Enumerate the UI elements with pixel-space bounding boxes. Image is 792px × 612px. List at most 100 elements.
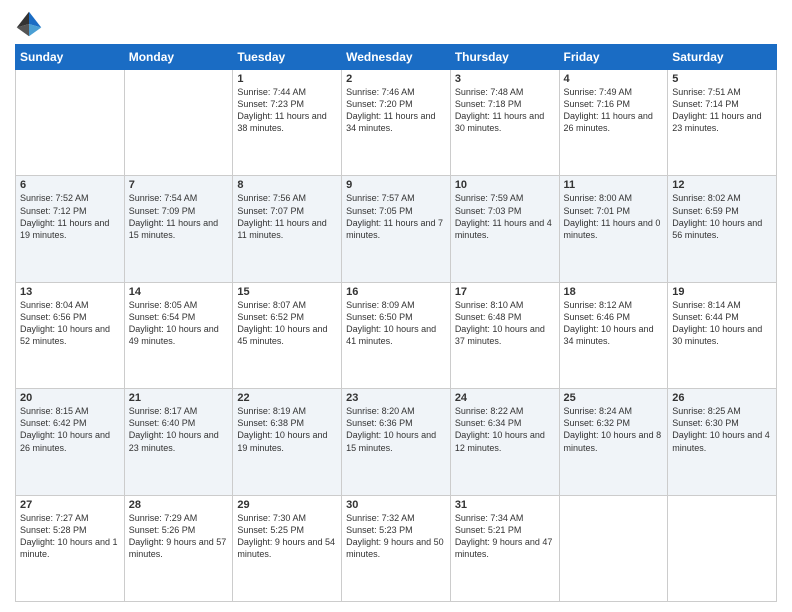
day-cell: 4Sunrise: 7:49 AM Sunset: 7:16 PM Daylig… [559, 70, 668, 176]
day-cell [16, 70, 125, 176]
day-info: Sunrise: 8:04 AM Sunset: 6:56 PM Dayligh… [20, 299, 120, 348]
col-header-saturday: Saturday [668, 45, 777, 70]
day-cell: 13Sunrise: 8:04 AM Sunset: 6:56 PM Dayli… [16, 282, 125, 388]
day-info: Sunrise: 7:51 AM Sunset: 7:14 PM Dayligh… [672, 86, 772, 135]
day-info: Sunrise: 8:25 AM Sunset: 6:30 PM Dayligh… [672, 405, 772, 454]
day-cell [559, 495, 668, 601]
day-number: 2 [346, 73, 446, 85]
day-number: 23 [346, 392, 446, 404]
day-info: Sunrise: 7:52 AM Sunset: 7:12 PM Dayligh… [20, 192, 120, 241]
day-info: Sunrise: 7:32 AM Sunset: 5:23 PM Dayligh… [346, 512, 446, 561]
day-cell: 11Sunrise: 8:00 AM Sunset: 7:01 PM Dayli… [559, 176, 668, 282]
day-info: Sunrise: 8:20 AM Sunset: 6:36 PM Dayligh… [346, 405, 446, 454]
day-info: Sunrise: 7:46 AM Sunset: 7:20 PM Dayligh… [346, 86, 446, 135]
day-info: Sunrise: 8:02 AM Sunset: 6:59 PM Dayligh… [672, 192, 772, 241]
day-info: Sunrise: 8:07 AM Sunset: 6:52 PM Dayligh… [237, 299, 337, 348]
day-cell: 28Sunrise: 7:29 AM Sunset: 5:26 PM Dayli… [124, 495, 233, 601]
day-cell: 3Sunrise: 7:48 AM Sunset: 7:18 PM Daylig… [450, 70, 559, 176]
day-number: 28 [129, 499, 229, 511]
day-number: 19 [672, 286, 772, 298]
page: SundayMondayTuesdayWednesdayThursdayFrid… [0, 0, 792, 612]
day-number: 29 [237, 499, 337, 511]
day-number: 26 [672, 392, 772, 404]
calendar-table: SundayMondayTuesdayWednesdayThursdayFrid… [15, 44, 777, 602]
col-header-thursday: Thursday [450, 45, 559, 70]
day-number: 8 [237, 179, 337, 191]
day-info: Sunrise: 7:57 AM Sunset: 7:05 PM Dayligh… [346, 192, 446, 241]
day-info: Sunrise: 8:05 AM Sunset: 6:54 PM Dayligh… [129, 299, 229, 348]
day-info: Sunrise: 7:48 AM Sunset: 7:18 PM Dayligh… [455, 86, 555, 135]
day-info: Sunrise: 8:14 AM Sunset: 6:44 PM Dayligh… [672, 299, 772, 348]
day-info: Sunrise: 7:59 AM Sunset: 7:03 PM Dayligh… [455, 192, 555, 241]
day-info: Sunrise: 7:44 AM Sunset: 7:23 PM Dayligh… [237, 86, 337, 135]
day-info: Sunrise: 8:09 AM Sunset: 6:50 PM Dayligh… [346, 299, 446, 348]
day-cell: 26Sunrise: 8:25 AM Sunset: 6:30 PM Dayli… [668, 389, 777, 495]
day-cell: 21Sunrise: 8:17 AM Sunset: 6:40 PM Dayli… [124, 389, 233, 495]
day-cell: 15Sunrise: 8:07 AM Sunset: 6:52 PM Dayli… [233, 282, 342, 388]
day-number: 16 [346, 286, 446, 298]
day-number: 9 [346, 179, 446, 191]
week-row-1: 1Sunrise: 7:44 AM Sunset: 7:23 PM Daylig… [16, 70, 777, 176]
day-number: 22 [237, 392, 337, 404]
day-number: 4 [564, 73, 664, 85]
col-header-friday: Friday [559, 45, 668, 70]
day-number: 6 [20, 179, 120, 191]
col-header-monday: Monday [124, 45, 233, 70]
day-cell: 20Sunrise: 8:15 AM Sunset: 6:42 PM Dayli… [16, 389, 125, 495]
week-row-2: 6Sunrise: 7:52 AM Sunset: 7:12 PM Daylig… [16, 176, 777, 282]
day-cell: 17Sunrise: 8:10 AM Sunset: 6:48 PM Dayli… [450, 282, 559, 388]
day-number: 21 [129, 392, 229, 404]
day-info: Sunrise: 7:49 AM Sunset: 7:16 PM Dayligh… [564, 86, 664, 135]
day-cell: 9Sunrise: 7:57 AM Sunset: 7:05 PM Daylig… [342, 176, 451, 282]
day-number: 15 [237, 286, 337, 298]
day-info: Sunrise: 8:12 AM Sunset: 6:46 PM Dayligh… [564, 299, 664, 348]
day-info: Sunrise: 7:27 AM Sunset: 5:28 PM Dayligh… [20, 512, 120, 561]
day-info: Sunrise: 8:10 AM Sunset: 6:48 PM Dayligh… [455, 299, 555, 348]
calendar-header-row: SundayMondayTuesdayWednesdayThursdayFrid… [16, 45, 777, 70]
day-number: 25 [564, 392, 664, 404]
day-number: 1 [237, 73, 337, 85]
day-number: 11 [564, 179, 664, 191]
day-number: 14 [129, 286, 229, 298]
day-number: 13 [20, 286, 120, 298]
col-header-wednesday: Wednesday [342, 45, 451, 70]
day-cell: 19Sunrise: 8:14 AM Sunset: 6:44 PM Dayli… [668, 282, 777, 388]
day-cell: 5Sunrise: 7:51 AM Sunset: 7:14 PM Daylig… [668, 70, 777, 176]
day-cell: 2Sunrise: 7:46 AM Sunset: 7:20 PM Daylig… [342, 70, 451, 176]
header [15, 10, 777, 38]
day-number: 7 [129, 179, 229, 191]
day-info: Sunrise: 8:22 AM Sunset: 6:34 PM Dayligh… [455, 405, 555, 454]
day-info: Sunrise: 7:34 AM Sunset: 5:21 PM Dayligh… [455, 512, 555, 561]
day-info: Sunrise: 8:15 AM Sunset: 6:42 PM Dayligh… [20, 405, 120, 454]
week-row-5: 27Sunrise: 7:27 AM Sunset: 5:28 PM Dayli… [16, 495, 777, 601]
day-number: 5 [672, 73, 772, 85]
day-number: 3 [455, 73, 555, 85]
col-header-tuesday: Tuesday [233, 45, 342, 70]
day-cell: 18Sunrise: 8:12 AM Sunset: 6:46 PM Dayli… [559, 282, 668, 388]
day-cell [124, 70, 233, 176]
day-number: 30 [346, 499, 446, 511]
day-number: 10 [455, 179, 555, 191]
day-number: 24 [455, 392, 555, 404]
day-number: 27 [20, 499, 120, 511]
day-info: Sunrise: 8:17 AM Sunset: 6:40 PM Dayligh… [129, 405, 229, 454]
day-number: 12 [672, 179, 772, 191]
day-cell: 6Sunrise: 7:52 AM Sunset: 7:12 PM Daylig… [16, 176, 125, 282]
day-number: 17 [455, 286, 555, 298]
day-cell: 25Sunrise: 8:24 AM Sunset: 6:32 PM Dayli… [559, 389, 668, 495]
day-info: Sunrise: 7:30 AM Sunset: 5:25 PM Dayligh… [237, 512, 337, 561]
day-cell: 10Sunrise: 7:59 AM Sunset: 7:03 PM Dayli… [450, 176, 559, 282]
day-number: 20 [20, 392, 120, 404]
day-cell [668, 495, 777, 601]
day-cell: 30Sunrise: 7:32 AM Sunset: 5:23 PM Dayli… [342, 495, 451, 601]
day-cell: 1Sunrise: 7:44 AM Sunset: 7:23 PM Daylig… [233, 70, 342, 176]
day-info: Sunrise: 8:19 AM Sunset: 6:38 PM Dayligh… [237, 405, 337, 454]
day-cell: 29Sunrise: 7:30 AM Sunset: 5:25 PM Dayli… [233, 495, 342, 601]
day-info: Sunrise: 7:56 AM Sunset: 7:07 PM Dayligh… [237, 192, 337, 241]
day-cell: 31Sunrise: 7:34 AM Sunset: 5:21 PM Dayli… [450, 495, 559, 601]
day-cell: 12Sunrise: 8:02 AM Sunset: 6:59 PM Dayli… [668, 176, 777, 282]
week-row-4: 20Sunrise: 8:15 AM Sunset: 6:42 PM Dayli… [16, 389, 777, 495]
week-row-3: 13Sunrise: 8:04 AM Sunset: 6:56 PM Dayli… [16, 282, 777, 388]
col-header-sunday: Sunday [16, 45, 125, 70]
day-info: Sunrise: 8:24 AM Sunset: 6:32 PM Dayligh… [564, 405, 664, 454]
